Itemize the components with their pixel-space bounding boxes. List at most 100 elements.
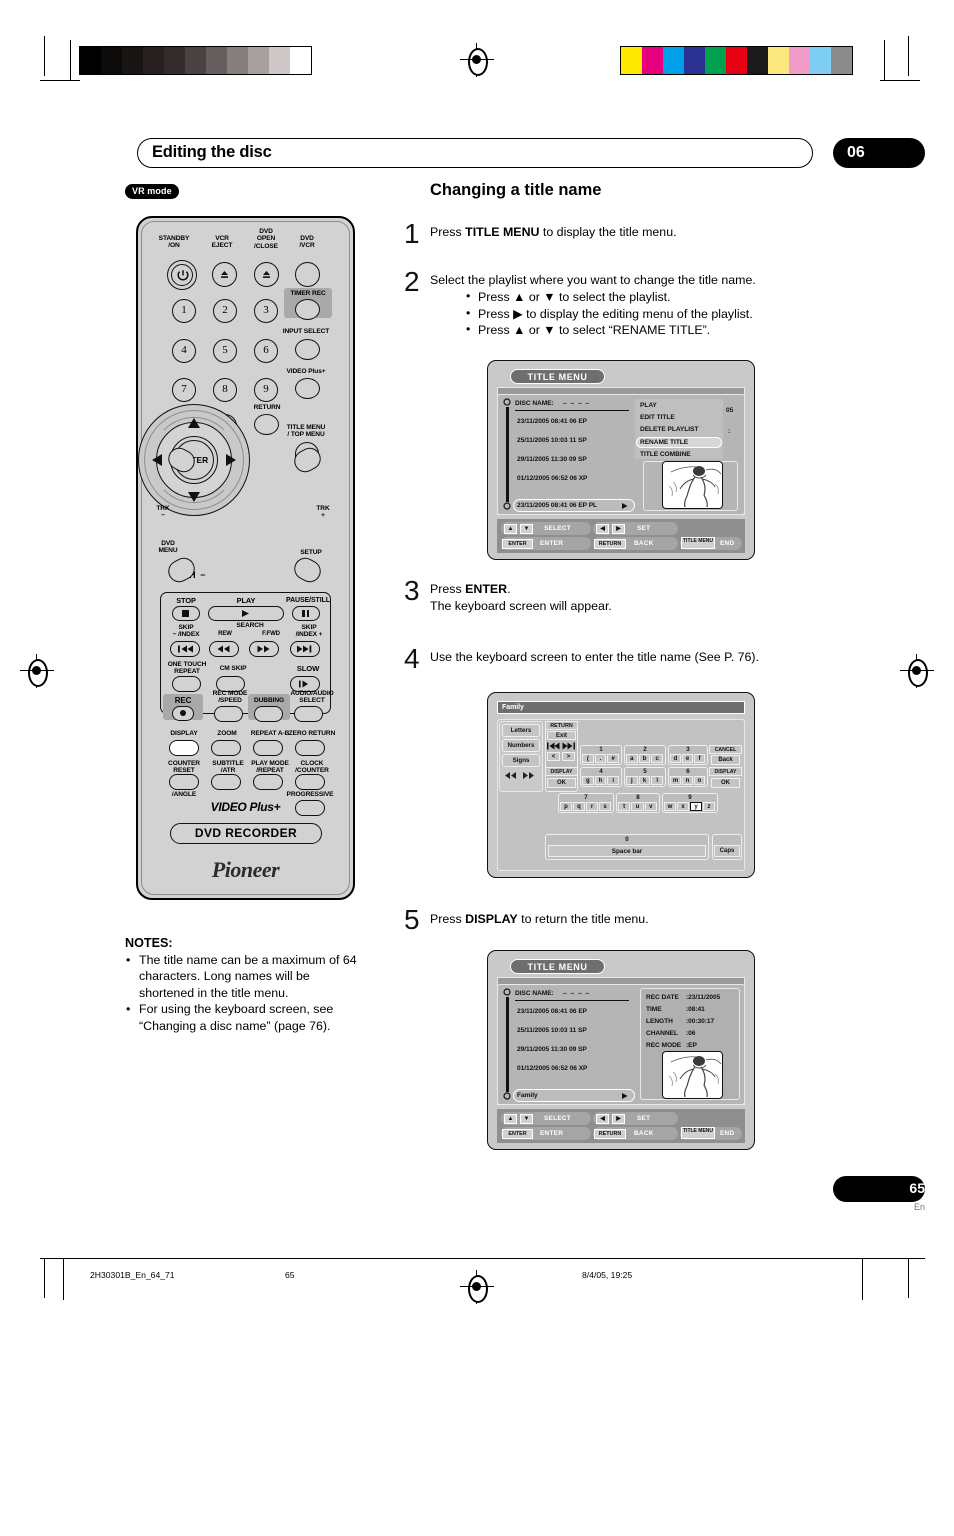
audio-select-button[interactable]	[294, 706, 323, 722]
kb-key-m[interactable]: m	[670, 776, 681, 785]
number-key-8[interactable]: 8	[213, 378, 237, 402]
kb-skip-fwd-icon[interactable]	[562, 742, 575, 750]
dvd-vcr-button[interactable]	[295, 262, 320, 287]
subtitle-button[interactable]	[211, 774, 241, 790]
osd1-popup-item-delete-playlist[interactable]: DELETE PLAYLIST	[640, 426, 698, 433]
kb-key-z[interactable]: z	[703, 802, 715, 811]
kb-key-a[interactable]: a	[626, 754, 638, 763]
kb-key-d[interactable]: d	[670, 754, 681, 763]
osd2-scrollbar-track[interactable]	[505, 997, 509, 1092]
timer-rec-button[interactable]	[295, 299, 320, 320]
kb-tab-signs[interactable]: Signs	[502, 754, 540, 767]
osd1-nav-right-key[interactable]: ▶	[612, 523, 625, 534]
kb-lt-key[interactable]: <	[547, 752, 560, 761]
kb-key-t[interactable]: t	[618, 802, 631, 811]
osd2-nav-enter-key[interactable]: ENTER	[502, 1128, 533, 1139]
kb-back-key[interactable]: Back	[711, 755, 740, 765]
osd1-nav-enter-key[interactable]: ENTER	[502, 538, 533, 549]
kb-key-j[interactable]: j	[626, 776, 638, 785]
kb-gt-key[interactable]: >	[562, 752, 575, 761]
kb-key-l[interactable]: l	[651, 776, 663, 785]
osd1-popup-item-rename-title[interactable]: RENAME TITLE	[640, 439, 688, 446]
kb-key-p[interactable]: p	[560, 802, 572, 811]
repeat-ab-button[interactable]	[253, 740, 283, 756]
kb-key-g[interactable]: g	[582, 776, 594, 785]
number-key-4[interactable]: 4	[172, 339, 196, 363]
osd1-scroll-up-icon[interactable]	[503, 398, 511, 406]
osd1-popup-item-title-combine[interactable]: TITLE COMBINE	[640, 451, 691, 458]
play-mode-button[interactable]	[253, 774, 283, 790]
osd2-scroll-up-icon[interactable]	[503, 988, 511, 996]
kb-key-y[interactable]: y	[690, 802, 702, 811]
osd1-title-item-3[interactable]: 01/12/2005 06:52 06 XP	[517, 475, 587, 482]
kb-key-h[interactable]: h	[594, 776, 607, 785]
number-key-1[interactable]: 1	[172, 299, 196, 323]
osd1-nav-left-key[interactable]: ◀	[596, 523, 609, 534]
kb-caps-key[interactable]: Caps	[714, 845, 740, 857]
osd2-nav-left-key[interactable]: ◀	[596, 1113, 609, 1124]
kb-display-key-left[interactable]: DISPLAY	[545, 767, 578, 776]
kb-ok-key-right[interactable]: OK	[711, 778, 740, 788]
number-key-6[interactable]: 6	[254, 339, 278, 363]
osd1-scrollbar-track[interactable]	[505, 407, 509, 502]
osd1-nav-titlemenu-key[interactable]: TITLE MENU	[681, 537, 715, 549]
kb-key-x[interactable]: x	[677, 802, 689, 811]
kb-key-q[interactable]: q	[573, 802, 585, 811]
number-key-9[interactable]: 9	[254, 378, 278, 402]
number-key-2[interactable]: 2	[213, 299, 237, 323]
kb-key-v[interactable]: v	[644, 802, 657, 811]
kb-display-key-right[interactable]: DISPLAY	[709, 767, 742, 776]
osd2-title-item-3[interactable]: 01/12/2005 06:52 06 XP	[517, 1065, 587, 1072]
rec-mode-button[interactable]	[214, 706, 243, 722]
osd2-nav-titlemenu-key[interactable]: TITLE MENU	[681, 1127, 715, 1139]
kb-key-([interactable]: (	[582, 754, 594, 763]
kb-ok-key-left[interactable]: OK	[547, 778, 576, 788]
video-plus-button[interactable]	[295, 378, 320, 399]
kb-prev-page-icon[interactable]	[504, 771, 517, 780]
osd1-nav-return-key[interactable]: RETURN	[594, 538, 626, 549]
kb-exit-key[interactable]: Exit	[547, 731, 576, 740]
dubbing-button[interactable]	[254, 706, 283, 722]
osd1-title-item-2[interactable]: 29/11/2005 11:30 09 SP	[517, 456, 587, 463]
input-select-button[interactable]	[295, 339, 320, 360]
clock-counter-button[interactable]	[295, 774, 325, 790]
kb-key-w[interactable]: w	[664, 802, 676, 811]
kb-tab-numbers[interactable]: Numbers	[502, 739, 540, 752]
counter-reset-button[interactable]	[169, 774, 199, 790]
kb-next-page-icon[interactable]	[522, 771, 535, 780]
osd2-title-item-0[interactable]: 23/11/2005 08:41 06 EP	[517, 1008, 587, 1015]
kb-key-u[interactable]: u	[631, 802, 644, 811]
kb-tab-letters[interactable]: Letters	[502, 724, 540, 737]
osd1-scroll-down-icon[interactable]	[503, 502, 511, 510]
zero-return-button[interactable]	[295, 740, 325, 756]
one-touch-repeat-button[interactable]	[172, 676, 201, 692]
osd2-nav-return-key[interactable]: RETURN	[594, 1128, 626, 1139]
kb-key-o[interactable]: o	[694, 776, 705, 785]
display-button[interactable]	[169, 740, 199, 756]
kb-cancel-key[interactable]: CANCEL	[709, 745, 742, 754]
osd1-title-item-1[interactable]: 25/11/2005 10:03 11 SP	[517, 437, 587, 444]
kb-key-b[interactable]: b	[638, 754, 651, 763]
kb-return-key[interactable]: RETURN	[545, 721, 578, 730]
osd1-nav-down-key[interactable]: ▼	[520, 523, 533, 534]
kb-key-#[interactable]: #	[607, 754, 619, 763]
number-key-5[interactable]: 5	[213, 339, 237, 363]
osd1-nav-up-key[interactable]: ▲	[504, 523, 517, 534]
kb-key-c[interactable]: c	[651, 754, 663, 763]
number-key-3[interactable]: 3	[254, 299, 278, 323]
osd1-title-item-0[interactable]: 23/11/2005 08:41 06 EP	[517, 418, 587, 425]
kb-key-.[interactable]: .	[594, 754, 607, 763]
kb-key-e[interactable]: e	[682, 754, 693, 763]
osd2-scroll-down-icon[interactable]	[503, 1092, 511, 1100]
kb-key-n[interactable]: n	[682, 776, 693, 785]
osd2-nav-right-key[interactable]: ▶	[612, 1113, 625, 1124]
kb-key-i[interactable]: i	[607, 776, 619, 785]
kb-space-bar[interactable]: Space bar	[548, 845, 706, 857]
number-key-7[interactable]: 7	[172, 378, 196, 402]
zoom-button[interactable]	[211, 740, 241, 756]
osd2-nav-down-key[interactable]: ▼	[520, 1113, 533, 1124]
kb-key-s[interactable]: s	[599, 802, 611, 811]
osd1-popup-item-play[interactable]: PLAY	[640, 402, 657, 409]
kb-key-k[interactable]: k	[638, 776, 651, 785]
kb-key-r[interactable]: r	[586, 802, 598, 811]
